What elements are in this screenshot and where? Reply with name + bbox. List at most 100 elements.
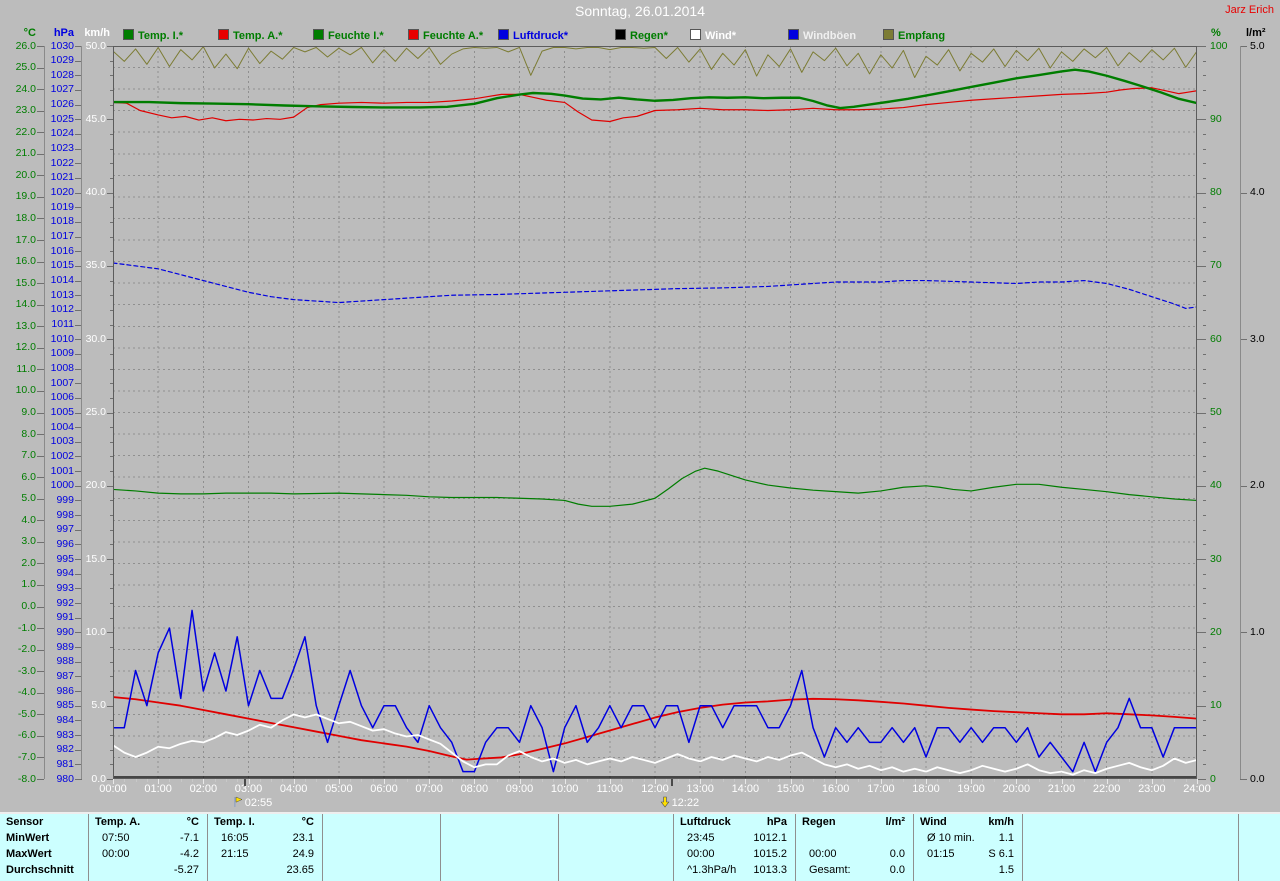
time-minortick [621, 779, 622, 782]
time-label: 03:00 [227, 783, 271, 795]
axis-tick-label-c: 25.0 [0, 62, 36, 73]
time-minortick [271, 779, 272, 782]
axis-tick-label-lm2: 1.0 [1250, 627, 1280, 638]
time-tick [610, 779, 611, 784]
axis-tick-lm2 [1240, 46, 1247, 47]
axis-tick-label-c: 22.0 [0, 127, 36, 138]
axis-tick-label-c: -2.0 [0, 644, 36, 655]
empfang-swatch-icon [883, 29, 894, 40]
time-minortick [1163, 779, 1164, 782]
time-tick [745, 779, 746, 784]
axis-minortick-pct [1203, 676, 1206, 677]
time-tick [1062, 779, 1063, 784]
axis-minortick-pct [1203, 662, 1206, 663]
axis-tick-label-c: 9.0 [0, 407, 36, 418]
time-minortick [418, 779, 419, 782]
time-minortick [407, 779, 408, 782]
axis-tick-label-c: 5.0 [0, 493, 36, 504]
regen-swatch-icon [615, 29, 626, 40]
axis-minortick-pct [1203, 735, 1206, 736]
axis-title-lm2: l/m² [1246, 27, 1280, 39]
time-minortick [350, 779, 351, 782]
table-row-label: MaxWert [6, 847, 84, 862]
time-minortick [1141, 779, 1142, 782]
table-cell-value: 1012.1 [680, 831, 787, 846]
axis-tick-label-pct: 20 [1210, 627, 1240, 638]
axis-tick-label-kmh: 15.0 [64, 554, 106, 565]
axis-tick-label-c: 18.0 [0, 213, 36, 224]
time-label: 02:00 [181, 783, 225, 795]
time-label: 21:00 [1040, 783, 1084, 795]
axis-tick-label-c: 15.0 [0, 278, 36, 289]
legend-label: Feuchte A.* [423, 30, 483, 42]
time-minortick [1186, 779, 1187, 782]
time-minortick [915, 779, 916, 782]
table-cell-value: 0.0 [802, 847, 905, 862]
time-minortick [813, 779, 814, 782]
table-cell-value: 23.1 [214, 831, 314, 846]
axis-tick-lm2 [1240, 632, 1247, 633]
axis-tick-pct [1197, 632, 1206, 633]
time-label: 14:00 [723, 783, 767, 795]
axis-title-kmh: km/h [64, 27, 110, 39]
axis-tick-pct [1197, 486, 1206, 487]
axis-tick-label-c: 20.0 [0, 170, 36, 181]
time-minortick [237, 779, 238, 782]
time-tick [1016, 779, 1017, 784]
axis-tick-label-pct: 90 [1210, 114, 1240, 125]
table-separator [795, 814, 796, 881]
axis-tick-label-kmh: 45.0 [64, 114, 106, 125]
axis-tick-c [37, 434, 44, 435]
time-minortick [508, 779, 509, 782]
axis-minortick-pct [1203, 574, 1206, 575]
time-minortick [802, 779, 803, 782]
arrow-down-icon [660, 796, 670, 808]
legend-label: Feuchte I.* [328, 30, 384, 42]
table-cell-value: 24.9 [214, 847, 314, 862]
axis-tick-label-kmh: 35.0 [64, 260, 106, 271]
time-label: 05:00 [317, 783, 361, 795]
axis-spine [1240, 46, 1241, 779]
time-minortick [666, 779, 667, 782]
axis-tick-label-kmh: 50.0 [64, 41, 106, 52]
table-row-label: Sensor [6, 815, 84, 830]
time-tick [565, 779, 566, 784]
time-minortick [587, 779, 588, 782]
axis-tick-pct [1197, 706, 1206, 707]
axis-tick-label-c: 7.0 [0, 450, 36, 461]
time-tick [1107, 779, 1108, 784]
axis-spine [44, 46, 45, 779]
time-tick [971, 779, 972, 784]
time-minortick [779, 779, 780, 782]
time-tick [1197, 779, 1198, 784]
table-col-unit: km/h [920, 815, 1014, 830]
time-minortick [734, 779, 735, 782]
time-minortick [1084, 779, 1085, 782]
time-label: 17:00 [859, 783, 903, 795]
time-tick [881, 779, 882, 784]
time-tick [158, 779, 159, 784]
time-minortick [136, 779, 137, 782]
time-minortick [994, 779, 995, 782]
axis-minortick-pct [1203, 618, 1206, 619]
time-label: 24:00 [1175, 783, 1219, 795]
time-minortick [1073, 779, 1074, 782]
time-tick [384, 779, 385, 784]
axis-tick-label-pct: 100 [1210, 41, 1240, 52]
table-cell-value: 1.5 [920, 863, 1014, 878]
axis-minortick-pct [1203, 134, 1206, 135]
flag-icon [233, 796, 243, 808]
time-tick [791, 779, 792, 784]
axis-tick-label-c: -4.0 [0, 687, 36, 698]
axis-tick-pct [1197, 119, 1206, 120]
axis-minortick-pct [1203, 149, 1206, 150]
axis-tick-label-c: 8.0 [0, 429, 36, 440]
axis-tick-pct [1197, 413, 1206, 414]
time-minortick [486, 779, 487, 782]
table-col-unit: °C [95, 815, 199, 830]
page-title: Sonntag, 26.01.2014 [0, 3, 1280, 19]
legend-item-temp-i: Temp. I.* [123, 29, 183, 41]
axis-tick-lm2 [1240, 193, 1247, 194]
axis-minortick-pct [1203, 310, 1206, 311]
time-label: 06:00 [362, 783, 406, 795]
